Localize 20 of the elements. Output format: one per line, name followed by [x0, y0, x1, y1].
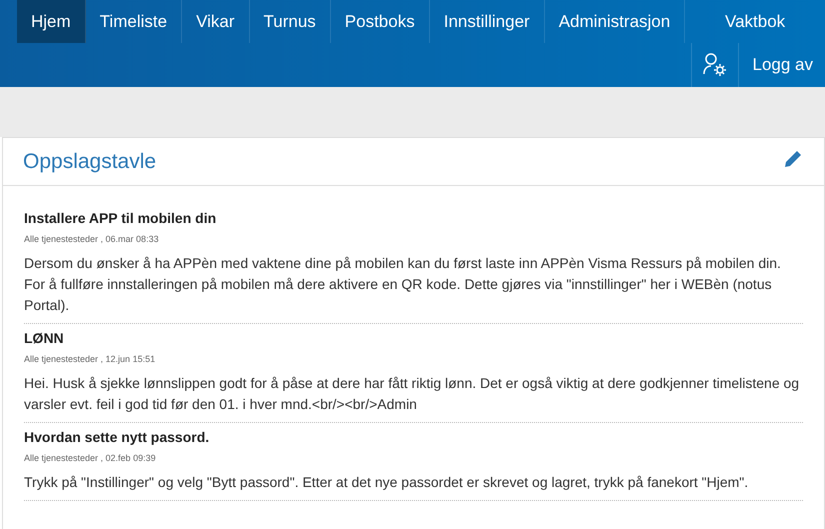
post-body: Dersom du ønsker å ha APPèn med vaktene dine på mobilen kan du først laste inn APPèn Visma Ressurs på mobilen din. For å fullføre innstalleringen på mobilen må dere aktivere en QR kode. Dette gjøres via "innstillinger" her i WEBèn (notus Portal).	[24, 254, 782, 315]
post-meta: Alle tjenestesteder , 02.feb 09:39	[24, 453, 157, 463]
panel-title: Oppslagstavle	[23, 150, 156, 174]
user-settings-icon[interactable]	[702, 52, 728, 78]
post-title: Installere APP til mobilen din	[24, 210, 218, 226]
post-meta: Alle tjenestesteder , 06.mar 08:33	[24, 234, 160, 244]
nav-tab[interactable]: Timeliste	[86, 0, 182, 43]
edit-icon[interactable]	[782, 148, 804, 170]
nav-tab[interactable]: Postboks	[330, 0, 430, 43]
post-title: Hvordan sette nytt passord.	[24, 429, 210, 445]
nav-tab[interactable]: Administrasjon	[544, 0, 686, 43]
nav-tab[interactable]: Hjem	[17, 0, 86, 43]
post-body: Trykk på "Instillinger" og velg "Bytt passord". Etter at det nye passordet er skrevet og lagret, trykk på fanekort "Hjem".	[24, 473, 750, 492]
post-meta: Alle tjenestesteder , 12.jun 15:51	[24, 354, 156, 364]
nav-tab[interactable]: Innstillinger	[430, 0, 545, 43]
nav-tab[interactable]: Turnus	[250, 0, 331, 43]
nav-tab[interactable]: Vikar	[182, 0, 250, 43]
nav-tab[interactable]: Vaktbok	[685, 0, 825, 43]
post-body: Hei. Husk å sjekke lønnslippen godt for å påse at dere har fått riktig lønn. Det er også viktig at dere godkjenner timelistene og varsler evt. feil i god tid før den 01. i hver mnd.<br/><br/>Admin	[24, 374, 800, 414]
post-title: LØNN	[24, 330, 65, 346]
